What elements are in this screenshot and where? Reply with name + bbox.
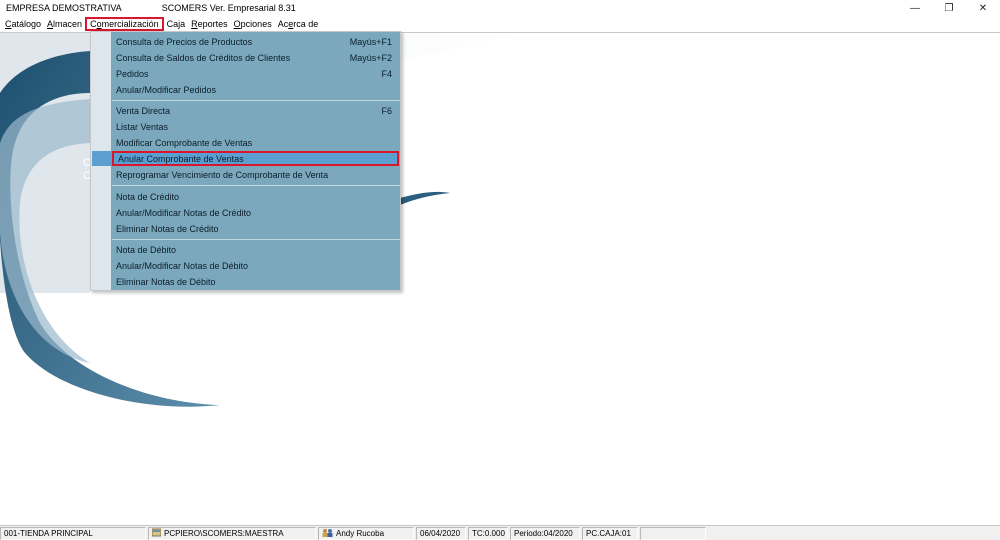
menu-catalogo[interactable]: Catálogo xyxy=(2,17,44,31)
menu-item-eliminar-notas-credito[interactable]: Eliminar Notas de Crédito xyxy=(112,221,400,236)
menu-item-pedidos[interactable]: Pedidos F4 xyxy=(112,66,400,81)
menu-item-shortcut: Mayús+F1 xyxy=(349,36,392,47)
menu-reportes[interactable]: Reportes xyxy=(188,17,231,31)
menu-item-label: Consulta de Saldos de Créditos de Client… xyxy=(116,52,291,63)
menu-item-venta-directa[interactable]: Venta Directa F6 xyxy=(112,103,400,118)
menu-comercializacion[interactable]: Comercialización xyxy=(85,16,164,31)
menu-item-label: Eliminar Notas de Crédito xyxy=(116,223,219,234)
status-store: 001-TIENDA PRINCIPAL xyxy=(0,526,146,540)
window-title-product: SCOMERS Ver. Empresarial 8.31 xyxy=(161,3,296,13)
menu-item-anular-comprobante[interactable]: Anular Comprobante de Ventas xyxy=(112,151,399,166)
restore-icon[interactable]: ❐ xyxy=(932,0,966,16)
title-bar: EMPRESA DEMOSTRATIVA SCOMERS Ver. Empres… xyxy=(0,0,1000,16)
menu-item-label: Listar Ventas xyxy=(116,121,169,132)
menu-item-eliminar-notas-debito[interactable]: Eliminar Notas de Débito xyxy=(112,274,400,289)
status-user: Andy Rucoba xyxy=(318,526,414,540)
menu-opciones[interactable]: Opciones xyxy=(231,17,275,31)
menu-item-nota-credito[interactable]: Nota de Crédito xyxy=(112,189,400,204)
menu-item-shortcut: F6 xyxy=(381,105,392,116)
status-date: 06/04/2020 xyxy=(416,526,466,540)
menu-separator xyxy=(112,100,400,101)
menu-item-reprogramar-vencimiento[interactable]: Reprogramar Vencimiento de Comprobante d… xyxy=(112,167,400,182)
status-terminal: PC.CAJA:01 xyxy=(582,526,638,540)
menu-item-label: Consulta de Precios de Productos xyxy=(116,36,253,47)
menu-item-label: Anular/Modificar Notas de Crédito xyxy=(116,207,252,218)
menu-item-label: Anular/Modificar Pedidos xyxy=(116,84,217,95)
status-user-text: Andy Rucoba xyxy=(336,528,385,538)
close-icon[interactable]: ✕ xyxy=(966,0,1000,16)
comercializacion-dropdown: Consulta de Precios de Productos Mayús+F1… xyxy=(90,31,401,291)
minimize-icon[interactable]: — xyxy=(898,0,932,16)
menu-item-label: Pedidos xyxy=(116,68,149,79)
status-database: PCPIERO\SCOMERS:MAESTRA xyxy=(148,526,316,540)
menu-item-anular-modificar-pedidos[interactable]: Anular/Modificar Pedidos xyxy=(112,82,400,97)
menu-bar: Catálogo Almacen Comercialización Caja R… xyxy=(0,16,1000,31)
status-bar: 001-TIENDA PRINCIPAL PCPIERO\SCOMERS:MAE… xyxy=(0,525,1000,540)
menu-separator xyxy=(112,239,400,240)
menu-item-nota-debito[interactable]: Nota de Débito xyxy=(112,242,400,257)
menu-item-consulta-saldos[interactable]: Consulta de Saldos de Créditos de Client… xyxy=(112,50,400,65)
menu-item-label: Reprogramar Vencimiento de Comprobante d… xyxy=(116,169,329,180)
user-group-icon xyxy=(322,528,333,539)
status-period: Periodo:04/2020 xyxy=(510,526,580,540)
highlight-gutter xyxy=(92,151,112,166)
menu-item-label: Anular Comprobante de Ventas xyxy=(118,153,244,164)
menu-almacen[interactable]: Almacen xyxy=(44,17,85,31)
menu-item-consulta-precios[interactable]: Consulta de Precios de Productos Mayús+F1 xyxy=(112,34,400,49)
menu-item-modificar-comprobante[interactable]: Modificar Comprobante de Ventas xyxy=(112,135,400,150)
menu-item-label: Modificar Comprobante de Ventas xyxy=(116,137,253,148)
menu-item-label: Nota de Débito xyxy=(116,244,177,255)
menu-item-label: Anular/Modificar Notas de Débito xyxy=(116,260,249,271)
menu-acerca-de[interactable]: Acerca de xyxy=(275,17,322,31)
menu-item-shortcut: F4 xyxy=(381,68,392,79)
status-empty-cell xyxy=(640,526,706,540)
menu-caja[interactable]: Caja xyxy=(164,17,189,31)
database-icon xyxy=(151,528,162,539)
status-database-text: PCPIERO\SCOMERS:MAESTRA xyxy=(164,528,284,538)
menu-item-listar-ventas[interactable]: Listar Ventas xyxy=(112,119,400,134)
status-exchange-rate: TC:0.000 xyxy=(468,526,508,540)
window-controls: — ❐ ✕ xyxy=(898,0,1000,16)
menu-item-label: Venta Directa xyxy=(116,105,171,116)
menu-item-shortcut: Mayús+F2 xyxy=(349,52,392,63)
menu-separator xyxy=(112,185,400,186)
menu-item-label: Nota de Crédito xyxy=(116,191,180,202)
menu-item-anular-modificar-notas-debito[interactable]: Anular/Modificar Notas de Débito xyxy=(112,258,400,273)
menu-item-label: Eliminar Notas de Débito xyxy=(116,276,216,287)
menu-item-anular-modificar-notas-credito[interactable]: Anular/Modificar Notas de Crédito xyxy=(112,205,400,220)
window-title-company: EMPRESA DEMOSTRATIVA xyxy=(6,3,122,13)
